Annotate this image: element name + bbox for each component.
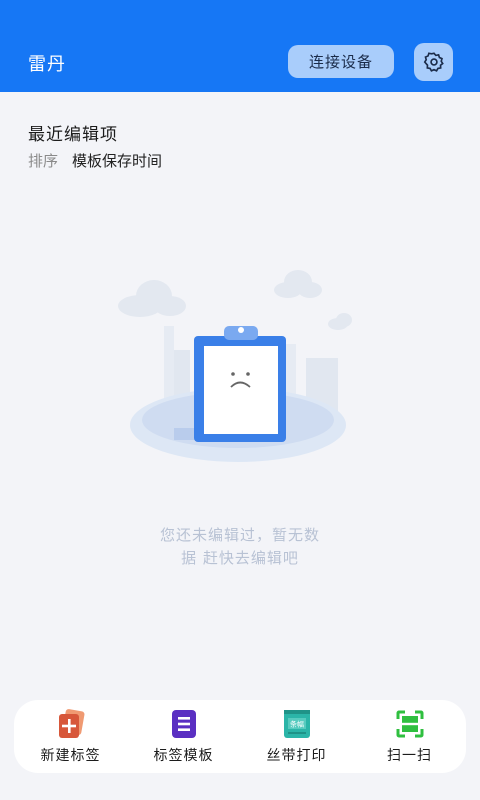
bottom-nav-bar: 新建标签 标签模板 条幅 丝带打印 扫一扫 [14, 700, 466, 773]
template-list-icon [171, 709, 196, 738]
cloud-icon [274, 270, 322, 298]
new-label-icon [58, 708, 84, 738]
sad-clipboard-icon [118, 270, 352, 462]
nav-ribbon-print[interactable]: 条幅 丝带打印 [244, 709, 349, 765]
nav-label-templates-text: 标签模板 [153, 747, 214, 764]
eye-shape [231, 372, 235, 376]
nav-label-templates[interactable]: 标签模板 [131, 709, 236, 765]
app-title: 雷丹 [28, 54, 66, 75]
empty-state-message: 您还未编辑过，暂无数 据 赶快去编辑吧 [140, 524, 340, 570]
gear-icon [423, 52, 444, 72]
recent-edits-title: 最近编辑项 [28, 125, 118, 145]
sort-value[interactable]: 模板保存时间 [72, 150, 162, 171]
clipboard-paper [204, 346, 278, 434]
nav-new-label-text: 新建标签 [40, 747, 101, 764]
sort-row[interactable]: 排序 模板保存时间 [28, 150, 162, 171]
ribbon-print-icon: 条幅 [283, 709, 310, 738]
eye-shape [246, 372, 250, 376]
nav-scan-text: 扫一扫 [387, 747, 432, 764]
sort-label: 排序 [28, 152, 59, 170]
empty-message-line1: 您还未编辑过，暂无数 [159, 526, 320, 544]
cloud-icon [328, 313, 352, 330]
ribbon-icon-text: 条幅 [290, 719, 304, 728]
clipboard-clip-hole [238, 327, 244, 333]
nav-new-label[interactable]: 新建标签 [18, 708, 123, 765]
scan-icon [396, 710, 423, 737]
empty-message-line2: 据 赶快去编辑吧 [181, 549, 299, 567]
nav-scan[interactable]: 扫一扫 [357, 709, 462, 765]
nav-ribbon-print-text: 丝带打印 [266, 747, 327, 764]
settings-button[interactable] [414, 43, 453, 81]
cloud-icon [118, 280, 186, 317]
top-app-bar: 雷丹 连接设备 [0, 0, 480, 92]
connect-device-button[interactable]: 连接设备 [288, 45, 394, 78]
